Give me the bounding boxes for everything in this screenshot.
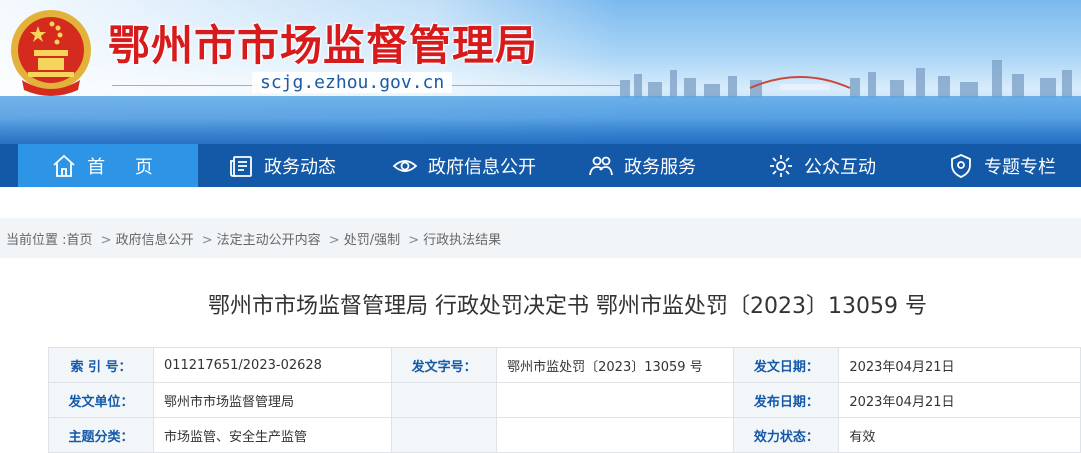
nav-item-gov-info[interactable]: 政府信息公开 [392,144,536,187]
breadcrumb-link-statutory[interactable]: 法定主动公开内容 [217,233,321,248]
validity-status-label: 效力状态： [733,417,840,453]
breadcrumb-separator: > [201,233,213,248]
nav-item-interaction[interactable]: 公众互动 [768,144,876,187]
nav-item-home[interactable]: 首 页 [18,144,198,187]
site-domain: scjg.ezhou.gov.cn [252,72,453,93]
lake-water-shade [0,118,1081,144]
index-number-value: 011217651/2023-02628 [152,347,393,383]
shield-icon [951,153,971,178]
nav-item-label: 专题专栏 [984,156,1056,178]
issuing-unit-label: 发文单位： [48,382,154,418]
site-title: 鄂州市市场监督管理局 [108,21,539,70]
nav-item-label: 政府信息公开 [428,156,536,178]
empty-value-cell [496,382,735,418]
nav-item-news[interactable]: 政务动态 [228,144,336,187]
nav-item-label: 政务服务 [624,156,696,178]
nav-item-special[interactable]: 专题专栏 [948,144,1056,187]
document-number-label: 发文字号： [391,347,498,383]
empty-value-cell [496,417,735,453]
topic-category-label: 主题分类： [48,417,154,453]
breadcrumb-link-home[interactable]: 首页 [67,233,93,248]
table-row: 发文单位： 鄂州市市场监督管理局 发布日期： 2023年04月21日 [48,382,1081,418]
index-number-label: 索 引 号： [48,347,154,383]
nav-item-services[interactable]: 政务服务 [588,144,696,187]
document-number-value: 鄂州市监处罚〔2023〕13059 号 [496,347,735,383]
topic-category-value: 市场监管、安全生产监管 [152,417,393,453]
publish-date-value: 2023年04月21日 [838,382,1081,418]
header-banner: 鄂州市市场监督管理局 scjg.ezhou.gov.cn [0,0,1081,144]
gear-icon [770,154,792,177]
nav-item-label: 政务动态 [264,156,336,178]
issuing-unit-value: 鄂州市市场监督管理局 [152,382,393,418]
breadcrumb-prefix: 当前位置 : [6,233,67,248]
national-emblem-icon [11,10,91,96]
breadcrumb-link-gov-info[interactable]: 政府信息公开 [116,233,194,248]
empty-label-cell [391,382,498,418]
main-nav: 首 页 政务动态 政府信息公开 政务服务 公众互动 专题专栏 [0,144,1081,187]
table-row: 主题分类： 市场监管、安全生产监管 效力状态： 有效 [48,417,1081,453]
home-icon [53,154,75,177]
issue-date-value: 2023年04月21日 [838,347,1081,383]
publish-date-label: 发布日期： [733,382,840,418]
handshake-icon [589,156,613,175]
document-title: 鄂州市市场监督管理局 行政处罚决定书 鄂州市监处罚〔2023〕13059 号 [208,294,927,319]
breadcrumb-link-penalty[interactable]: 处罚/强制 [344,233,400,248]
breadcrumb-separator: > [328,233,340,248]
breadcrumb-link-results[interactable]: 行政执法结果 [423,233,501,248]
eye-icon [392,159,418,172]
breadcrumb-separator: > [408,233,420,248]
validity-status-value: 有效 [838,417,1081,453]
empty-label-cell [391,417,498,453]
table-row: 索 引 号： 011217651/2023-02628 发文字号： 鄂州市监处罚… [48,347,1081,383]
breadcrumb: 当前位置 :首页 > 政府信息公开 > 法定主动公开内容 > 处罚/强制 > 行政执法结… [0,218,1081,258]
city-skyline-image [620,60,1072,98]
breadcrumb-separator: > [100,233,112,248]
news-icon [230,155,252,177]
nav-item-label: 公众互动 [804,156,876,178]
issue-date-label: 发文日期： [733,347,840,383]
document-info-table: 索 引 号： 011217651/2023-02628 发文字号： 鄂州市监处罚… [48,347,1081,453]
nav-item-label: 首 页 [87,156,165,178]
